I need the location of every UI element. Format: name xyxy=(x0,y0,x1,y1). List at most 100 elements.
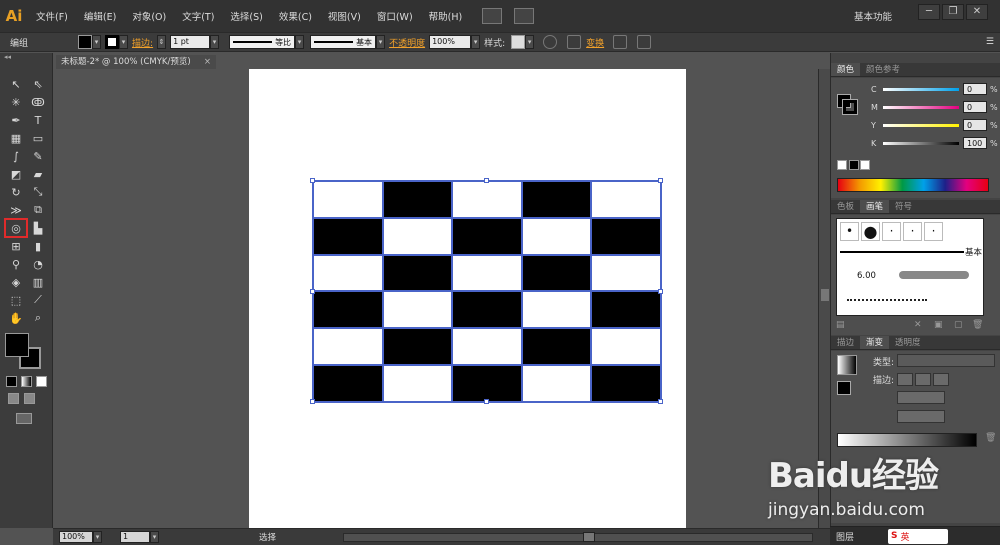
stroke-width-stepper[interactable]: ⇕ xyxy=(157,35,167,49)
magic-wand-tool-icon[interactable]: ✳ xyxy=(5,93,27,111)
tab-gradient[interactable]: 渐变 xyxy=(860,336,890,349)
tab-color-guide[interactable]: 颜色参考 xyxy=(860,63,906,76)
brush-library-icon[interactable]: ▤ xyxy=(836,320,845,330)
checker-cell-black[interactable] xyxy=(521,328,592,366)
delete-brush-icon[interactable]: 🗑 xyxy=(972,320,983,330)
hand-tool-icon[interactable]: ✋ xyxy=(5,309,27,327)
checker-cell-white[interactable] xyxy=(521,217,592,255)
ime-toolbar[interactable]: S英 xyxy=(888,528,949,544)
magenta-slider[interactable] xyxy=(883,106,959,109)
variable-width-profile[interactable]: 等比 xyxy=(229,35,296,49)
gradient-thumbnail[interactable] xyxy=(837,355,857,375)
menu-view[interactable]: 视图(V) xyxy=(320,9,369,23)
eraser-tool-icon[interactable]: ▰ xyxy=(27,165,49,183)
tab-symbols[interactable]: 符号 xyxy=(889,200,918,213)
artboard-tool-icon[interactable]: ⬚ xyxy=(5,291,27,309)
transform-panel-link[interactable]: 变换 xyxy=(586,36,604,49)
artboard-number-field[interactable]: 1 xyxy=(120,531,150,543)
draw-mode-icon[interactable] xyxy=(8,393,19,404)
menu-type[interactable]: 文字(T) xyxy=(174,9,222,23)
close-button[interactable]: ✕ xyxy=(966,4,988,20)
blob-brush-tool-icon[interactable]: ◩ xyxy=(5,165,27,183)
bounding-box-handle[interactable] xyxy=(658,288,663,294)
stroke-width-dropdown[interactable]: ▾ xyxy=(210,35,220,49)
pattern-brush-stroke[interactable] xyxy=(847,299,927,301)
opacity-dropdown[interactable]: ▾ xyxy=(471,35,481,49)
bounding-box-handle[interactable] xyxy=(484,178,489,183)
close-document-icon[interactable]: × xyxy=(204,55,211,69)
pencil-tool-icon[interactable]: ✎ xyxy=(27,147,49,165)
stroke-gradient-along[interactable] xyxy=(915,373,931,386)
brush-dot-large[interactable]: ● xyxy=(861,222,880,241)
bounding-box-handle[interactable] xyxy=(484,399,489,404)
profile-dropdown[interactable]: ▾ xyxy=(295,35,305,49)
checker-cell-white[interactable] xyxy=(521,365,592,402)
tab-brushes[interactable]: 画笔 xyxy=(860,200,890,213)
remove-brush-stroke-icon[interactable]: ✕ xyxy=(914,320,922,330)
menu-edit[interactable]: 编辑(E) xyxy=(76,9,124,23)
checker-cell-black[interactable] xyxy=(313,291,383,329)
fill-dropdown[interactable]: ▾ xyxy=(92,35,102,49)
checker-cell-black[interactable] xyxy=(313,365,383,402)
color-mode-icon[interactable] xyxy=(6,376,17,387)
arrange-documents-icon[interactable] xyxy=(514,8,535,24)
bounding-box-handle[interactable] xyxy=(658,178,663,183)
horizontal-scroll-thumb[interactable] xyxy=(583,532,595,542)
checker-cell-black[interactable] xyxy=(452,365,522,402)
artboard-dropdown[interactable]: ▾ xyxy=(150,531,159,543)
black-color-icon[interactable] xyxy=(849,160,859,170)
gradient-slider[interactable] xyxy=(837,433,977,447)
checker-cell-black[interactable] xyxy=(591,365,661,402)
toolbar-collapse-icon[interactable]: ◂◂ xyxy=(0,53,52,61)
brush-dot-5[interactable]: · xyxy=(924,222,943,241)
checker-cell-white[interactable] xyxy=(452,254,522,292)
checker-cell-black[interactable] xyxy=(521,181,592,218)
panel-menu-icon[interactable]: ☰ xyxy=(986,37,994,47)
stroke-panel-link[interactable]: 描边: xyxy=(132,36,153,49)
vertical-scroll-thumb[interactable] xyxy=(821,289,829,301)
magenta-value[interactable]: 0 xyxy=(963,101,987,113)
brush-dot-4[interactable]: · xyxy=(903,222,922,241)
direct-selection-tool-icon[interactable]: ⇖ xyxy=(27,75,49,93)
none-mode-icon[interactable] xyxy=(36,376,47,387)
checker-cell-black[interactable] xyxy=(313,217,383,255)
bridge-icon[interactable] xyxy=(482,8,503,24)
checker-cell-white[interactable] xyxy=(452,328,522,366)
paintbrush-tool-icon[interactable]: ∫ xyxy=(5,147,27,165)
style-dropdown[interactable]: ▾ xyxy=(525,35,535,49)
black-slider[interactable] xyxy=(883,142,959,145)
layers-tab[interactable]: 图层 xyxy=(836,530,854,543)
checker-cell-white[interactable] xyxy=(313,254,383,292)
workspace-switcher[interactable]: 基本功能 xyxy=(854,9,892,23)
fill-color-indicator[interactable] xyxy=(5,333,29,357)
fill-color-swatch[interactable] xyxy=(78,35,93,49)
bounding-box-handle[interactable] xyxy=(310,178,315,183)
stroke-gradient-within[interactable] xyxy=(897,373,913,386)
checker-cell-black[interactable] xyxy=(382,254,453,292)
gradient-aspect-field[interactable] xyxy=(897,410,945,423)
opacity-panel-link[interactable]: 不透明度 xyxy=(389,36,425,49)
bounding-box-handle[interactable] xyxy=(310,399,315,404)
menu-window[interactable]: 窗口(W) xyxy=(369,9,421,23)
delete-stop-icon[interactable]: 🗑 xyxy=(985,433,996,443)
white-color-icon[interactable] xyxy=(860,160,870,170)
draw-behind-icon[interactable] xyxy=(24,393,35,404)
basic-brush-stroke[interactable] xyxy=(840,251,964,253)
envelope-icon[interactable] xyxy=(637,35,652,49)
gradient-fill-swatch[interactable] xyxy=(837,381,851,395)
zoom-field[interactable]: 100% xyxy=(59,531,93,543)
color-spectrum[interactable] xyxy=(837,178,989,192)
menu-effect[interactable]: 效果(C) xyxy=(271,9,320,23)
document-tab[interactable]: 未标题-2* @ 100% (CMYK/预览) × xyxy=(56,55,216,69)
checker-cell-black[interactable] xyxy=(382,328,453,366)
free-transform-tool-icon[interactable]: ⧉ xyxy=(27,201,49,219)
checker-cell-white[interactable] xyxy=(591,328,661,366)
minimize-button[interactable]: ─ xyxy=(918,4,940,20)
brush-definition[interactable]: 基本 xyxy=(310,35,377,49)
black-value[interactable]: 100 xyxy=(963,137,987,149)
tab-transparency[interactable]: 透明度 xyxy=(889,336,927,349)
yellow-slider[interactable] xyxy=(883,124,959,127)
lasso-tool-icon[interactable]: ↂ xyxy=(27,93,49,111)
gradient-type-select[interactable] xyxy=(897,354,995,367)
selection-tool-icon[interactable]: ↖ xyxy=(5,75,27,93)
